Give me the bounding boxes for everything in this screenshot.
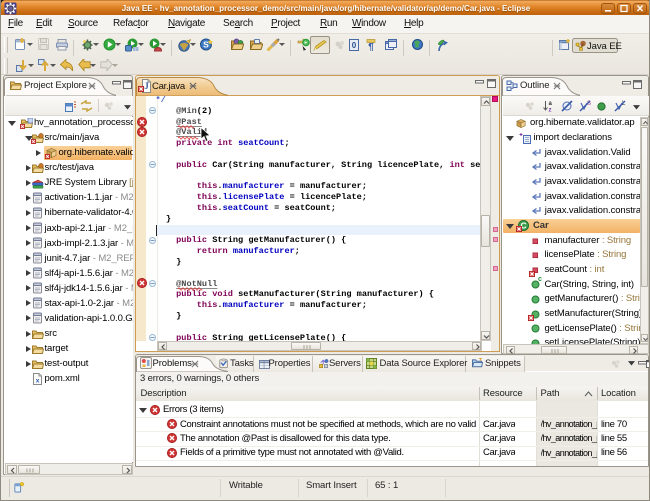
svg-text:0: 0 — [352, 41, 357, 50]
svg-text:a: a — [549, 101, 553, 107]
svg-text:J: J — [144, 81, 149, 91]
svg-text:¶: ¶ — [368, 42, 374, 51]
svg-text:z: z — [549, 108, 552, 113]
